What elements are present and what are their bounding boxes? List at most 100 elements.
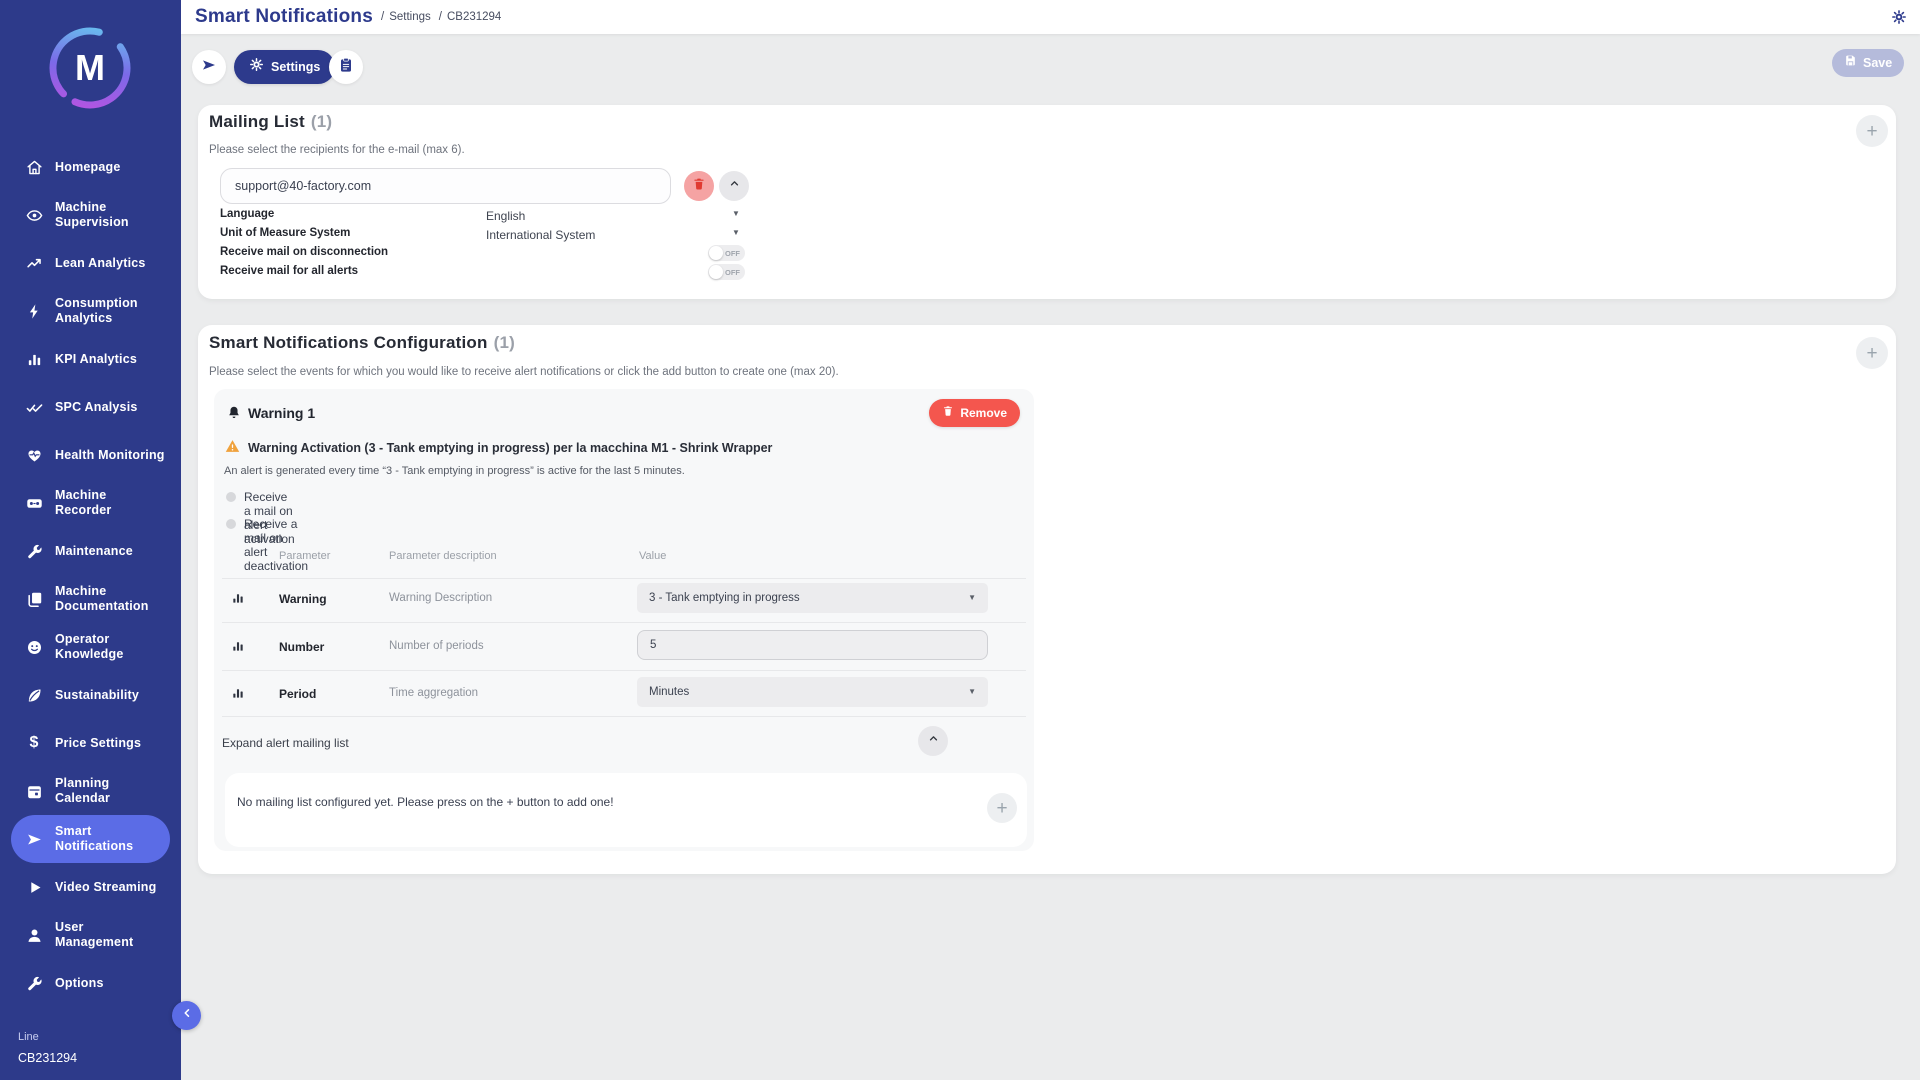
- sidebar-item-consumption-analytics[interactable]: Consumption Analytics: [11, 287, 170, 335]
- wrench-icon: [22, 539, 46, 563]
- chevron-left-icon: [180, 1006, 194, 1025]
- plus-icon: +: [996, 799, 1007, 818]
- trash-icon: [942, 404, 954, 422]
- sidebar-item-health-monitoring[interactable]: Health Monitoring: [11, 431, 170, 479]
- play-icon: [22, 875, 46, 899]
- recorder-icon: [22, 491, 46, 515]
- bar-chart-icon: [231, 686, 245, 700]
- gear-icon[interactable]: [1891, 9, 1907, 25]
- mail-on-disconnection-toggle[interactable]: OFF: [708, 245, 745, 261]
- delete-recipient-button[interactable]: [684, 171, 714, 201]
- sidebar-item-machine-supervision[interactable]: Machine Supervision: [11, 191, 170, 239]
- user-icon: [22, 923, 46, 947]
- breadcrumb-settings[interactable]: Settings: [389, 11, 431, 23]
- bar-chart-icon: [231, 639, 245, 653]
- mail-for-all-alerts-toggle[interactable]: OFF: [708, 264, 745, 280]
- line-value: CB231294: [18, 1051, 77, 1065]
- remove-warning-button[interactable]: Remove: [929, 399, 1020, 427]
- number-of-periods-input[interactable]: [637, 630, 988, 660]
- tab-notifications[interactable]: [192, 50, 226, 84]
- floppy-disk-icon: [1844, 54, 1857, 72]
- tab-settings-label: Settings: [271, 60, 320, 74]
- send-icon: [22, 827, 46, 851]
- sidebar-item-kpi-analytics[interactable]: KPI Analytics: [11, 335, 170, 383]
- home-icon: [22, 155, 46, 179]
- sidebar-item-sustainability[interactable]: Sustainability: [11, 671, 170, 719]
- add-alert-mailing-button[interactable]: +: [987, 793, 1017, 823]
- column-header-value: Value: [639, 550, 666, 562]
- recipient-language-row: Language English ▼: [198, 206, 758, 225]
- breadcrumb-machine[interactable]: CB231294: [447, 11, 501, 23]
- collapse-alert-mailing-list-button[interactable]: [918, 726, 948, 756]
- sidebar-nav: Homepage Machine Supervision Lean Analyt…: [0, 143, 181, 1007]
- save-button[interactable]: Save: [1832, 49, 1904, 77]
- sidebar-item-homepage[interactable]: Homepage: [11, 143, 170, 191]
- sidebar-item-user-management[interactable]: User Management: [11, 911, 170, 959]
- collapse-recipient-button[interactable]: [719, 171, 749, 201]
- language-select[interactable]: English: [486, 209, 525, 223]
- documents-icon: [22, 587, 46, 611]
- warning-activation-title: Warning Activation (3 - Tank emptying in…: [248, 441, 772, 455]
- breadcrumb-separator: /: [381, 11, 384, 23]
- time-aggregation-select[interactable]: Minutes ▼: [637, 677, 988, 707]
- bar-chart-icon: [22, 347, 46, 371]
- recipient-email-input[interactable]: [220, 168, 671, 204]
- column-header-parameter: Parameter: [279, 550, 330, 562]
- sidebar-item-machine-recorder[interactable]: Machine Recorder: [11, 479, 170, 527]
- sidebar-collapse-button[interactable]: [172, 1001, 201, 1030]
- sidebar: M Homepage Machine Supervision Lean Anal…: [0, 0, 181, 1080]
- divider: [222, 716, 1026, 717]
- sidebar-item-machine-documentation[interactable]: Machine Documentation: [11, 575, 170, 623]
- warning-description-select[interactable]: 3 - Tank emptying in progress ▼: [637, 583, 988, 613]
- mail-on-activation-radio[interactable]: [226, 492, 236, 502]
- tab-report[interactable]: [329, 50, 363, 84]
- sidebar-item-options[interactable]: Options: [11, 959, 170, 1007]
- mail-on-deactivation-label: Receive a mail on alert deactivation: [244, 517, 308, 573]
- heart-pulse-icon: [22, 443, 46, 467]
- language-label: Language: [220, 208, 274, 220]
- calendar-icon: [22, 779, 46, 803]
- uom-select[interactable]: International System: [486, 228, 595, 242]
- leaf-icon: [22, 683, 46, 707]
- divider: [222, 622, 1026, 623]
- caret-down-icon: ▼: [968, 677, 976, 707]
- configuration-card: Smart Notifications Configuration(1) Ple…: [198, 325, 1896, 874]
- send-icon: [201, 57, 217, 78]
- add-recipient-button[interactable]: +: [1856, 115, 1888, 147]
- mail-on-disconnection-label: Receive mail on disconnection: [220, 246, 388, 258]
- recipient-disconnection-row: Receive mail on disconnection OFF: [198, 244, 758, 263]
- caret-down-icon: ▼: [968, 583, 976, 613]
- empty-mailing-list-text: No mailing list configured yet. Please p…: [237, 795, 614, 809]
- configuration-count: (1): [494, 333, 515, 352]
- tab-settings[interactable]: Settings: [234, 50, 335, 84]
- alert-mailing-list-panel: No mailing list configured yet. Please p…: [225, 773, 1027, 847]
- sidebar-item-smart-notifications[interactable]: Smart Notifications: [11, 815, 170, 863]
- column-header-description: Parameter description: [389, 550, 497, 562]
- toggle-state-label: OFF: [725, 249, 740, 258]
- sidebar-item-maintenance[interactable]: Maintenance: [11, 527, 170, 575]
- sidebar-item-video-streaming[interactable]: Video Streaming: [11, 863, 170, 911]
- bell-icon: [226, 405, 242, 421]
- mailing-list-subtitle: Please select the recipients for the e-m…: [209, 144, 465, 156]
- lightning-bolt-icon: [22, 299, 46, 323]
- logo-letter: M: [46, 24, 134, 112]
- wrench-icon: [22, 971, 46, 995]
- toggle-knob: [709, 246, 723, 260]
- caret-down-icon: ▼: [732, 228, 740, 237]
- mail-for-all-alerts-label: Receive mail for all alerts: [220, 265, 358, 277]
- recipient-all-alerts-row: Receive mail for all alerts OFF: [198, 263, 758, 282]
- warning-config-card: Warning 1 Remove Warning Activation (3 -…: [214, 389, 1034, 851]
- sidebar-item-spc-analysis[interactable]: SPC Analysis: [11, 383, 170, 431]
- toggle-state-label: OFF: [725, 268, 740, 277]
- add-notification-button[interactable]: +: [1856, 337, 1888, 369]
- mail-on-deactivation-radio[interactable]: [226, 519, 236, 529]
- sidebar-item-price-settings[interactable]: $ Price Settings: [11, 719, 170, 767]
- trend-line-icon: [22, 251, 46, 275]
- sidebar-item-lean-analytics[interactable]: Lean Analytics: [11, 239, 170, 287]
- warning-name: Warning 1: [248, 405, 315, 421]
- sidebar-item-operator-knowledge[interactable]: Operator Knowledge: [11, 623, 170, 671]
- double-check-icon: [22, 395, 46, 419]
- sidebar-item-planning-calendar[interactable]: Planning Calendar: [11, 767, 170, 815]
- trash-icon: [692, 177, 706, 196]
- save-label: Save: [1863, 56, 1892, 70]
